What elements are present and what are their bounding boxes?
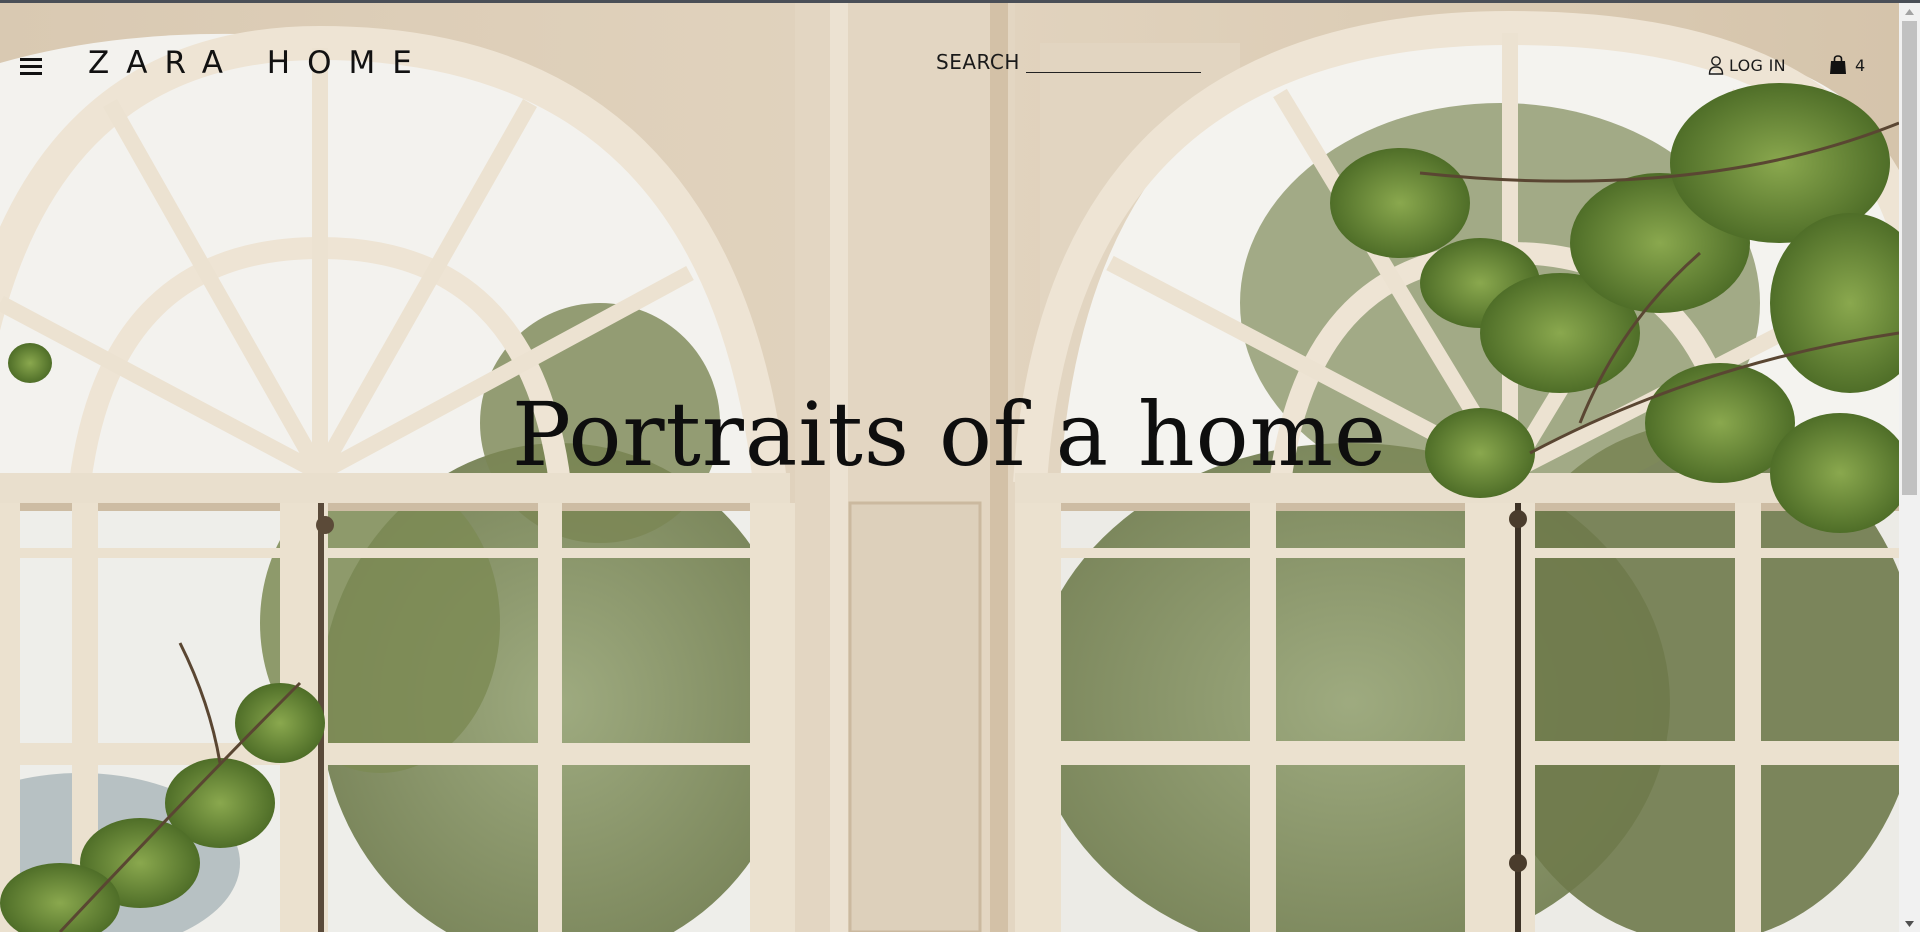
scroll-up-arrow-icon[interactable] bbox=[1899, 3, 1920, 20]
user-icon bbox=[1708, 56, 1724, 75]
cart-count: 4 bbox=[1855, 55, 1866, 75]
login-button[interactable]: LOG IN bbox=[1708, 55, 1786, 75]
page: Portraits of a home ZARA HOME SEARCH LOG… bbox=[0, 0, 1920, 932]
search-field[interactable]: SEARCH bbox=[936, 49, 1201, 75]
vertical-scrollbar[interactable] bbox=[1899, 3, 1920, 932]
cart-button[interactable]: 4 bbox=[1829, 55, 1865, 75]
scroll-down-arrow-icon[interactable] bbox=[1899, 915, 1920, 932]
search-underline[interactable] bbox=[1025, 72, 1201, 73]
search-label[interactable]: SEARCH bbox=[936, 49, 1020, 75]
shopping-bag-icon bbox=[1830, 55, 1846, 74]
browser-top-strip bbox=[0, 0, 1920, 3]
site-header: ZARA HOME SEARCH LOG IN 4 bbox=[0, 3, 1899, 113]
logo[interactable]: ZARA HOME bbox=[88, 43, 429, 83]
login-label[interactable]: LOG IN bbox=[1729, 56, 1786, 75]
scrollbar-thumb[interactable] bbox=[1902, 21, 1917, 495]
hamburger-menu-icon[interactable] bbox=[20, 58, 42, 76]
hero-title: Portraits of a home bbox=[511, 383, 1388, 486]
